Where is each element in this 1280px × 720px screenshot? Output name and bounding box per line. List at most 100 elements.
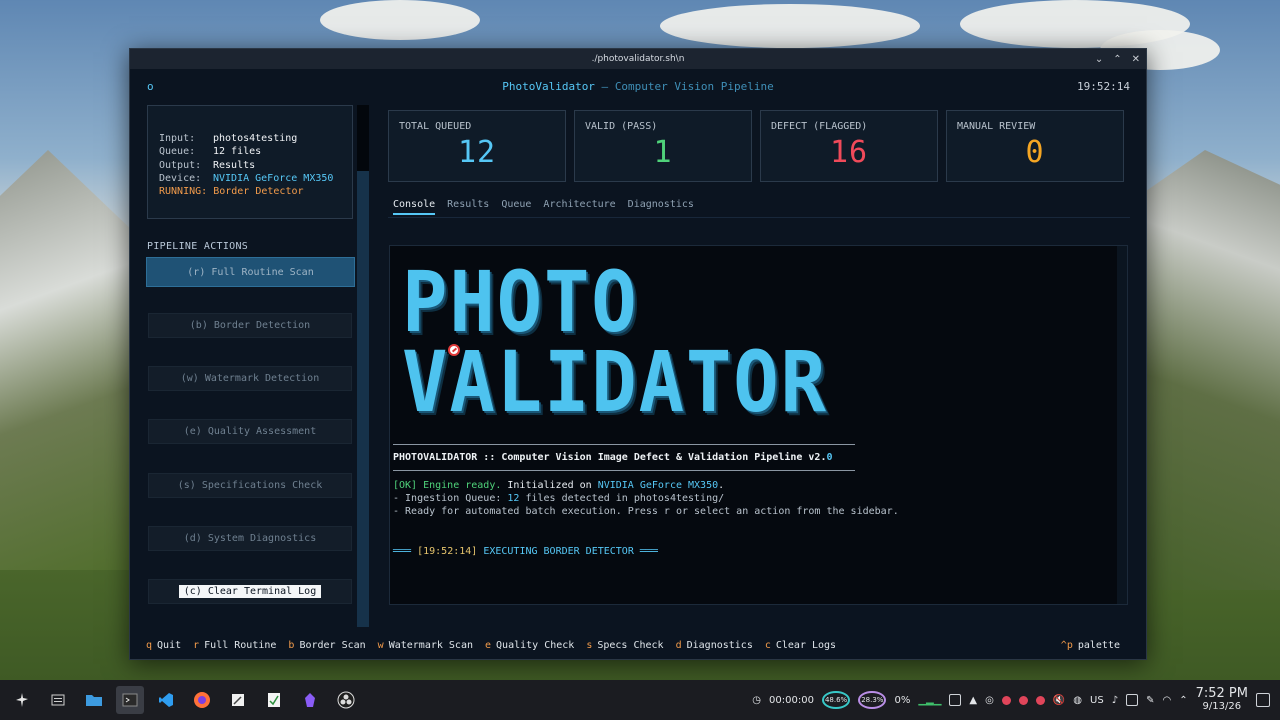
clock-date: 9/13/26 bbox=[1202, 701, 1242, 712]
log-line-ingest: - Ingestion Queue: 12 files detected in … bbox=[393, 493, 725, 504]
app-launcher-icon[interactable] bbox=[8, 686, 36, 714]
tab-console[interactable]: Console bbox=[393, 199, 436, 215]
keyboard-layout[interactable]: US bbox=[1090, 695, 1104, 706]
show-desktop-icon[interactable] bbox=[1256, 693, 1270, 707]
mouse-cursor-icon bbox=[448, 344, 460, 356]
running-value: Border Detector bbox=[213, 186, 304, 198]
stats-row: TOTAL QUEUED 12 VALID (PASS) 1 DEFECT (F… bbox=[388, 110, 1124, 182]
stat-value: 0 bbox=[1025, 135, 1045, 170]
device-value: NVIDIA GeForce MX350 bbox=[213, 172, 334, 184]
close-icon[interactable]: ✕ bbox=[1132, 54, 1140, 65]
volume-mute-icon[interactable]: 🔇 bbox=[1053, 695, 1065, 706]
taskbar: ◷ 00:00:00 48.6% 28.3% 0% ▁▂▁ ▲ ◎ 🔇 ◍ US… bbox=[0, 680, 1280, 720]
window-titlebar[interactable]: ./photovalidator.sh\n ⌄ ⌃ ✕ bbox=[130, 49, 1146, 69]
console-heading: PHOTOVALIDATOR :: Computer Vision Image … bbox=[393, 452, 833, 463]
header-clock: 19:52:14 bbox=[1077, 79, 1130, 93]
timer-value: 00:00:00 bbox=[769, 694, 814, 706]
section-title: PIPELINE ACTIONS bbox=[147, 241, 249, 252]
console-scrollbar[interactable] bbox=[1117, 246, 1127, 604]
tab-results[interactable]: Results bbox=[447, 199, 489, 215]
output-label: Output: bbox=[159, 159, 202, 171]
full-routine-scan-button[interactable]: (r) Full Routine Scan bbox=[146, 257, 355, 287]
log-line-ok: [OK] Engine ready. Initialized on NVIDIA… bbox=[393, 480, 725, 491]
stat-total-queued: TOTAL QUEUED 12 bbox=[388, 110, 566, 182]
terminal-app-icon[interactable] bbox=[116, 686, 144, 714]
tab-queue[interactable]: Queue bbox=[501, 199, 531, 215]
vpn-icon[interactable]: ◍ bbox=[1073, 695, 1082, 706]
system-diagnostics-button[interactable]: (d) System Diagnostics bbox=[148, 526, 352, 551]
text-editor-icon[interactable] bbox=[224, 686, 252, 714]
app-subtitle: Computer Vision Pipeline bbox=[614, 79, 774, 93]
terminal-window[interactable]: ./photovalidator.sh\n ⌄ ⌃ ✕ o PhotoValid… bbox=[129, 48, 1147, 660]
device-label: Device: bbox=[159, 172, 202, 184]
footer-key-quit[interactable]: q Quit bbox=[146, 640, 181, 651]
watermark-detection-button[interactable]: (w) Watermark Detection bbox=[148, 366, 352, 391]
stat-defect-flagged: DEFECT (FLAGGED) 16 bbox=[760, 110, 938, 182]
memory-meter[interactable]: 28.3% bbox=[858, 691, 887, 709]
stopwatch-icon[interactable]: ◷ bbox=[752, 695, 761, 706]
footer-key-clear-logs[interactable]: c Clear Logs bbox=[765, 640, 836, 651]
firefox-icon[interactable] bbox=[188, 686, 216, 714]
stat-manual-review: MANUAL REVIEW 0 bbox=[946, 110, 1124, 182]
clear-terminal-log-button[interactable]: (c) Clear Terminal Log bbox=[148, 579, 352, 604]
vscode-icon[interactable] bbox=[152, 686, 180, 714]
footer-key-specs-check[interactable]: s Specs Check bbox=[586, 640, 663, 651]
obsidian-icon[interactable] bbox=[296, 686, 324, 714]
clock-time: 7:52 PM bbox=[1195, 686, 1248, 701]
task-manager-icon[interactable] bbox=[44, 686, 72, 714]
display-icon[interactable] bbox=[1126, 694, 1139, 706]
app-header: o PhotoValidator — Computer Vision Pipel… bbox=[130, 69, 1146, 103]
obs-icon[interactable] bbox=[332, 686, 360, 714]
log-line-ready: - Ready for automated batch execution. P… bbox=[393, 506, 899, 517]
record-indicator-icon[interactable] bbox=[1035, 695, 1045, 705]
speaker-icon[interactable]: ♪ bbox=[1112, 695, 1118, 706]
input-value: photos4testing bbox=[213, 133, 298, 144]
stat-value: 1 bbox=[653, 135, 673, 170]
record-indicator-icon[interactable] bbox=[1001, 695, 1011, 705]
cloud bbox=[660, 4, 920, 48]
record-indicator-icon[interactable] bbox=[1018, 695, 1028, 705]
footer-key-palette[interactable]: ^p palette bbox=[1061, 640, 1120, 651]
stat-value: 12 bbox=[457, 135, 497, 170]
tab-diagnostics[interactable]: Diagnostics bbox=[628, 199, 694, 215]
footer-key-diagnostics[interactable]: d Diagnostics bbox=[676, 640, 753, 651]
ascii-banner: PHOTO VALIDATOR bbox=[402, 253, 832, 426]
console-log[interactable]: PHOTO VALIDATOR PHOTOVALIDATOR :: Comput… bbox=[389, 245, 1128, 605]
tray-expand-icon[interactable]: ⌃ bbox=[1179, 695, 1187, 706]
window-title: ./photovalidator.sh\n bbox=[591, 54, 685, 64]
footer-keybindings: q Quit r Full Routine b Border Scan w Waterm… bbox=[146, 637, 1132, 653]
quality-assessment-button[interactable]: (e) Quality Assessment bbox=[148, 419, 352, 444]
divider-top bbox=[393, 444, 855, 445]
status-panel: Input: photos4testing Queue: 12 files Outp… bbox=[147, 105, 353, 219]
obs-tray-icon[interactable]: ◎ bbox=[985, 695, 994, 706]
footer-key-quality-check[interactable]: e Quality Check bbox=[485, 640, 574, 651]
header-indicator: o bbox=[147, 79, 154, 93]
footer-key-watermark-scan[interactable]: w Watermark Scan bbox=[378, 640, 473, 651]
window-controls: ⌄ ⌃ ✕ bbox=[1095, 49, 1140, 69]
sidebar-scrollbar-track[interactable] bbox=[357, 171, 369, 627]
wifi-icon[interactable]: ◠ bbox=[1162, 695, 1171, 706]
notification-icon[interactable]: ▲ bbox=[969, 695, 977, 706]
footer-key-border-scan[interactable]: b Border Scan bbox=[288, 640, 365, 651]
tab-architecture[interactable]: Architecture bbox=[543, 199, 615, 215]
log-line-executing: ═══ [19:52:14] EXECUTING BORDER DETECTOR… bbox=[393, 546, 658, 557]
taskbar-clock[interactable]: 7:52 PM 9/13/26 bbox=[1196, 687, 1248, 713]
sidebar-scrollbar-thumb[interactable] bbox=[357, 105, 369, 171]
queue-label: Queue: bbox=[159, 146, 196, 158]
maximize-icon[interactable]: ⌃ bbox=[1113, 54, 1121, 65]
border-detection-button[interactable]: (b) Border Detection bbox=[148, 313, 352, 338]
clipboard-icon[interactable] bbox=[949, 694, 962, 706]
banner-line-1: PHOTO bbox=[402, 253, 639, 351]
output-value: Results bbox=[213, 159, 256, 171]
divider-bottom bbox=[393, 470, 855, 471]
app-separator: — bbox=[594, 79, 615, 93]
office-app-icon[interactable] bbox=[260, 686, 288, 714]
minimize-icon[interactable]: ⌄ bbox=[1095, 54, 1103, 65]
footer-key-full-routine[interactable]: r Full Routine bbox=[193, 640, 276, 651]
cpu-meter[interactable]: 48.6% bbox=[821, 691, 851, 709]
network-graph-icon[interactable]: ▁▂▁ bbox=[918, 695, 941, 706]
specifications-check-button[interactable]: (s) Specifications Check bbox=[148, 473, 352, 498]
pen-icon[interactable]: ✎ bbox=[1146, 695, 1154, 706]
file-manager-icon[interactable] bbox=[80, 686, 108, 714]
app-name: PhotoValidator bbox=[502, 79, 595, 93]
